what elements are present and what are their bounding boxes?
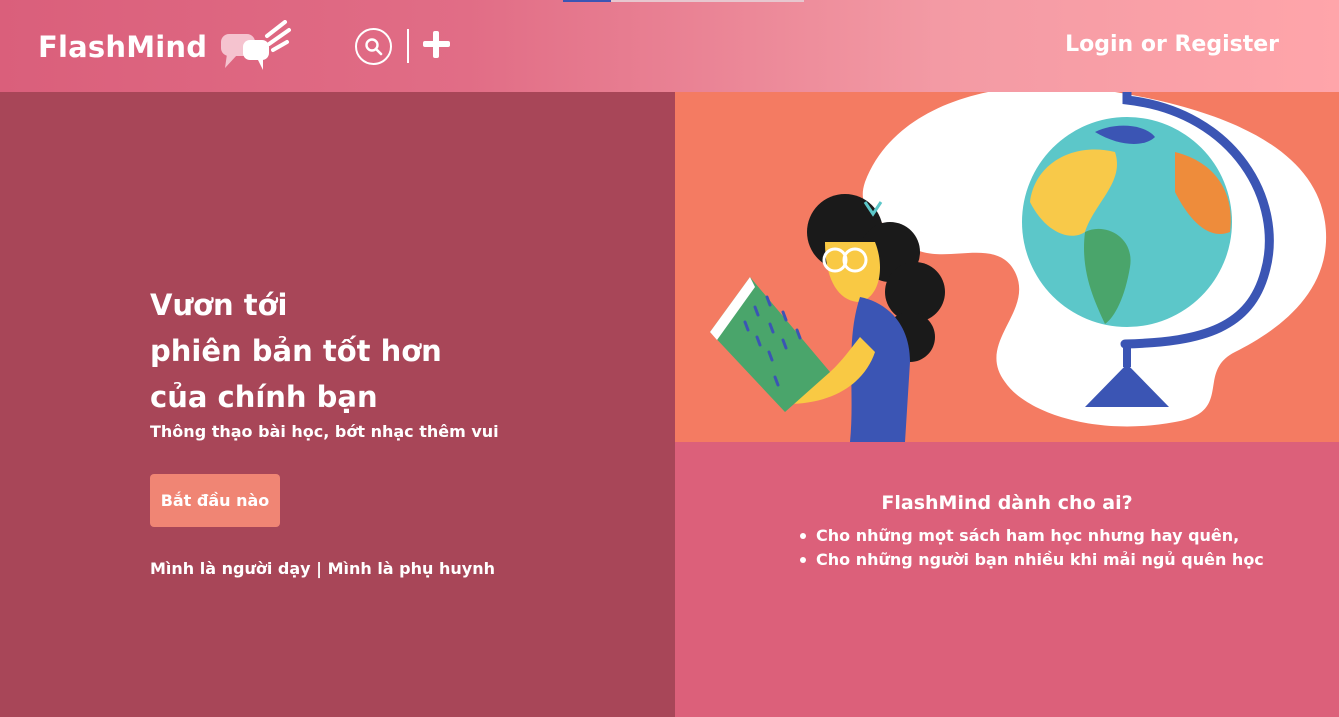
audience-title: FlashMind dành cho ai? [881, 492, 1133, 514]
search-button[interactable] [355, 28, 392, 65]
hero-title-line-3: của chính bạn [150, 380, 378, 414]
parent-link[interactable]: Mình là phụ huynh [328, 559, 495, 578]
site-header: FlashMind Login or Register [0, 0, 1339, 92]
audience-panel: FlashMind dành cho ai? Cho những mọt sác… [675, 442, 1339, 717]
role-links: Mình là người dạy | Mình là phụ huynh [150, 559, 495, 578]
speech-bubbles-logo-icon [221, 20, 291, 70]
role-separator: | [310, 559, 328, 578]
hero-title-line-1: Vươn tới [150, 288, 288, 322]
teacher-link[interactable]: Mình là người dạy [150, 559, 311, 578]
start-button[interactable]: Bắt đầu nào [150, 474, 280, 527]
search-icon [365, 38, 383, 56]
login-register-link[interactable]: Login or Register [1065, 32, 1279, 57]
hero-subtitle: Thông thạo bài học, bớt nhạc thêm vui [150, 422, 499, 441]
hero-illustration [675, 92, 1339, 442]
logo-text[interactable]: FlashMind [38, 30, 207, 64]
girl-reading-globe-illustration [710, 92, 1327, 442]
audience-list: Cho những mọt sách ham học nhưng hay quê… [800, 524, 1264, 572]
hero-title: Vươn tới phiên bản tốt hơn của chính bạn [150, 282, 442, 420]
plus-icon[interactable] [423, 31, 450, 58]
audience-item: Cho những mọt sách ham học nhưng hay quê… [800, 524, 1264, 548]
top-progress-strip [563, 0, 804, 2]
hero-panel: Vươn tới phiên bản tốt hơn của chính bạn… [0, 92, 675, 717]
hero-title-line-2: phiên bản tốt hơn [150, 334, 442, 368]
header-divider [407, 29, 409, 63]
audience-item: Cho những người bạn nhiều khi mải ngủ qu… [800, 548, 1264, 572]
